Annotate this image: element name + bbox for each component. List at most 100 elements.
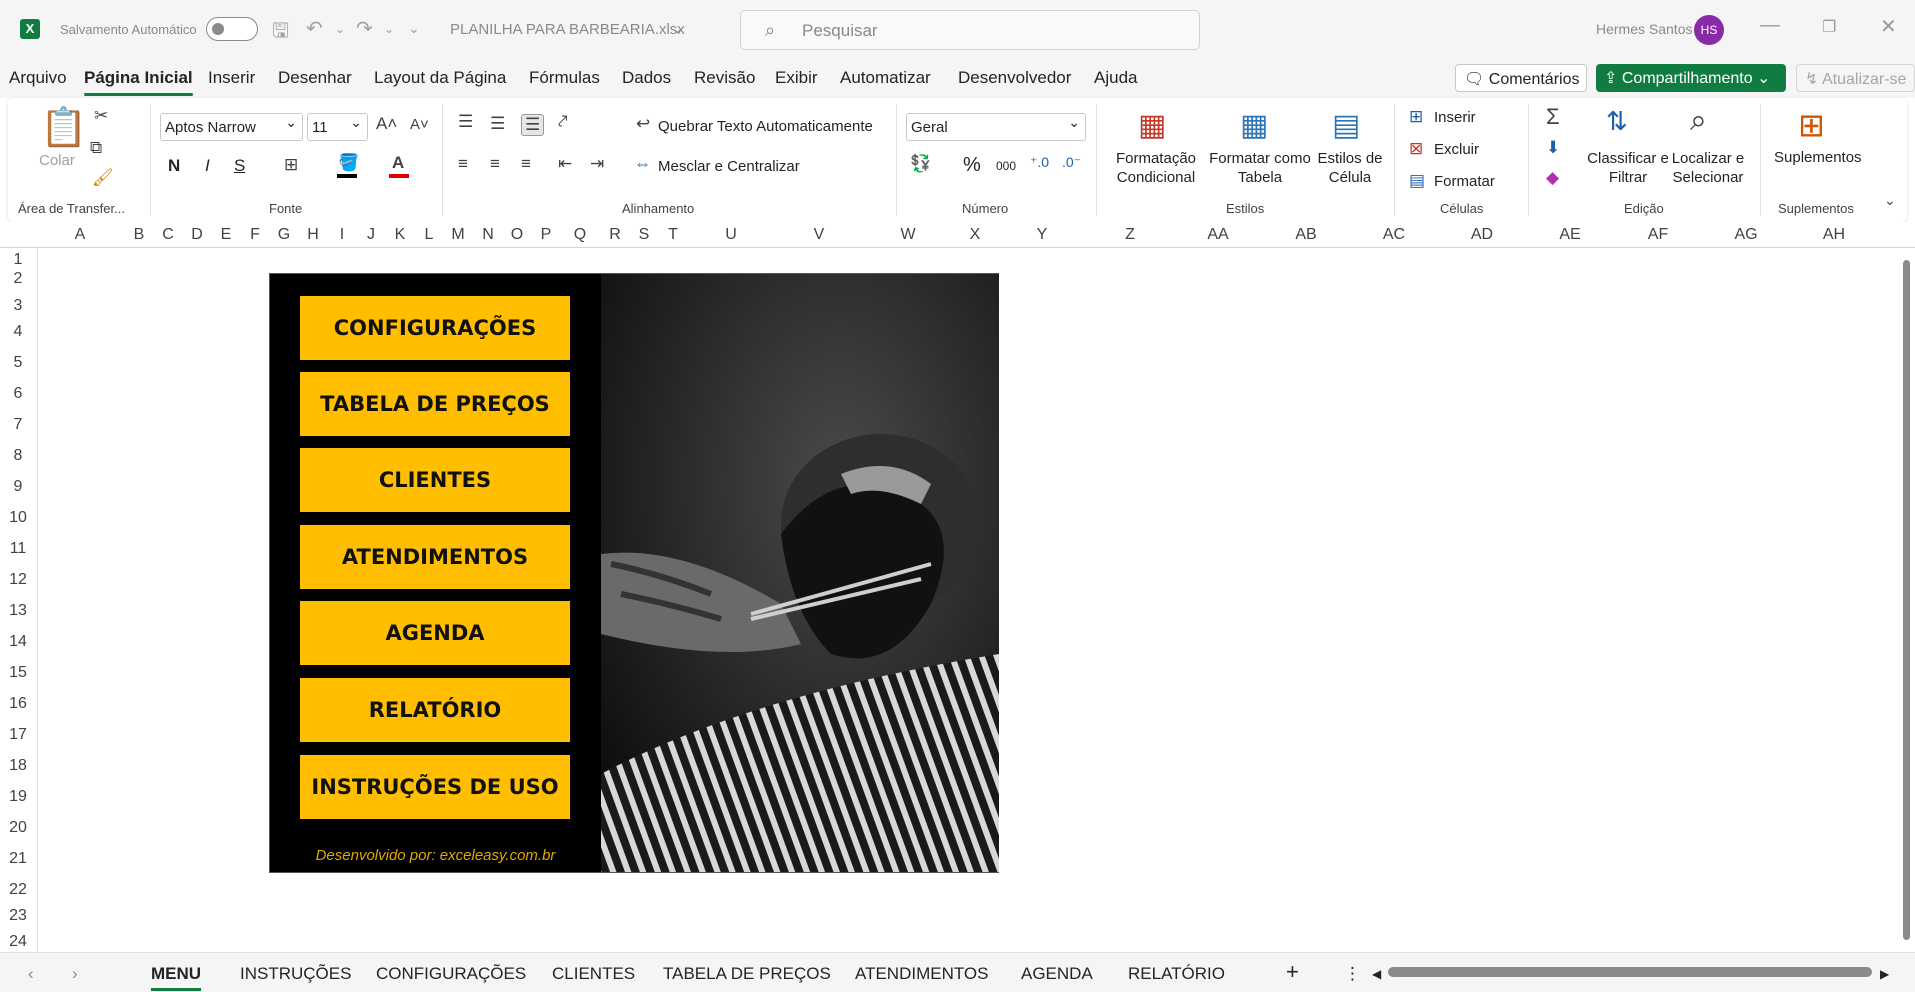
- column-header[interactable]: AF: [1643, 226, 1673, 244]
- addins-icon[interactable]: ⊞: [1798, 106, 1825, 144]
- row-header[interactable]: 11: [0, 540, 36, 558]
- share-button[interactable]: ⇪ Compartilhamento ⌄: [1596, 64, 1786, 92]
- row-header[interactable]: 4: [0, 323, 36, 341]
- row-header[interactable]: 3: [0, 297, 36, 315]
- row-header[interactable]: 5: [0, 354, 36, 372]
- bold-button[interactable]: N: [168, 156, 180, 176]
- row-header[interactable]: 17: [0, 726, 36, 744]
- row-header[interactable]: 22: [0, 881, 36, 899]
- row-header[interactable]: 8: [0, 447, 36, 465]
- row-header[interactable]: 21: [0, 850, 36, 868]
- menu-button-instrucoes[interactable]: INSTRUÇÕES DE USO: [300, 755, 570, 819]
- collapse-ribbon-icon[interactable]: ⌄: [1884, 192, 1896, 209]
- copy-icon[interactable]: ⧉: [90, 138, 102, 158]
- menu-button-agenda[interactable]: AGENDA: [300, 601, 570, 665]
- tab-exibir[interactable]: Exibir: [775, 68, 818, 88]
- fill-icon[interactable]: ⬇: [1546, 138, 1560, 158]
- tab-pagina-inicial[interactable]: Página Inicial: [84, 68, 193, 96]
- search-box[interactable]: ⌕ Pesquisar: [740, 10, 1200, 50]
- find-select-icon[interactable]: ⌕: [1690, 104, 1707, 138]
- clear-icon[interactable]: ◆: [1546, 168, 1559, 188]
- row-header[interactable]: 18: [0, 757, 36, 775]
- column-header[interactable]: R: [600, 226, 630, 244]
- row-header[interactable]: 23: [0, 907, 36, 925]
- row-header[interactable]: 14: [0, 633, 36, 651]
- column-header[interactable]: AD: [1467, 226, 1497, 244]
- next-sheet-icon[interactable]: ›: [72, 964, 78, 984]
- prev-sheet-icon[interactable]: ‹: [28, 964, 34, 984]
- add-sheet-icon[interactable]: +: [1286, 959, 1299, 985]
- row-header[interactable]: 20: [0, 819, 36, 837]
- column-header[interactable]: C: [153, 226, 183, 244]
- tab-desenhar[interactable]: Desenhar: [278, 68, 352, 88]
- sheet-tab-configuracoes[interactable]: CONFIGURAÇÕES: [376, 964, 526, 984]
- row-header[interactable]: 15: [0, 664, 36, 682]
- insert-cells-button[interactable]: Inserir: [1434, 109, 1476, 126]
- column-header[interactable]: I: [327, 226, 357, 244]
- row-header[interactable]: 19: [0, 788, 36, 806]
- tab-dados[interactable]: Dados: [622, 68, 671, 88]
- column-header[interactable]: V: [804, 226, 834, 244]
- format-cells-button[interactable]: Formatar: [1434, 173, 1495, 190]
- save-icon[interactable]: 🖫: [272, 16, 289, 50]
- align-center-icon[interactable]: ≡: [490, 154, 500, 174]
- column-header[interactable]: F: [240, 226, 270, 244]
- format-table-button[interactable]: Formatar como Tabela: [1206, 149, 1314, 187]
- align-middle-icon[interactable]: ☰: [490, 114, 505, 134]
- align-bottom-icon[interactable]: ☰: [521, 114, 545, 136]
- column-header[interactable]: AG: [1731, 226, 1761, 244]
- delete-cells-button[interactable]: Excluir: [1434, 141, 1479, 158]
- sheet-tab-tabela-precos[interactable]: TABELA DE PREÇOS: [663, 964, 831, 984]
- align-top-icon[interactable]: ☰: [458, 112, 473, 132]
- customize-qat-icon[interactable]: ⌄: [408, 20, 420, 37]
- redo-dropdown-icon[interactable]: ⌄: [384, 22, 394, 36]
- sheet-tab-instrucoes[interactable]: INSTRUÇÕES: [240, 964, 351, 984]
- avatar[interactable]: HS: [1694, 15, 1724, 45]
- sheet-tab-agenda[interactable]: AGENDA: [1021, 964, 1093, 984]
- borders-icon[interactable]: ⊞: [284, 155, 298, 175]
- column-header[interactable]: W: [893, 226, 923, 244]
- format-table-icon[interactable]: ▦: [1240, 108, 1268, 143]
- column-header[interactable]: Y: [1027, 226, 1057, 244]
- comments-button[interactable]: 🗨 Comentários: [1455, 64, 1587, 92]
- autosum-icon[interactable]: Σ: [1546, 104, 1560, 130]
- percent-button[interactable]: %: [963, 154, 981, 177]
- cell-styles-icon[interactable]: ▤: [1332, 108, 1360, 143]
- column-header[interactable]: X: [960, 226, 990, 244]
- row-header[interactable]: 2: [0, 270, 36, 288]
- fill-color-icon[interactable]: 🪣: [338, 153, 359, 173]
- column-header[interactable]: B: [124, 226, 154, 244]
- merge-center-button[interactable]: Mesclar e Centralizar: [658, 158, 800, 175]
- tab-layout[interactable]: Layout da Página: [374, 68, 506, 88]
- column-header[interactable]: M: [443, 226, 473, 244]
- column-header[interactable]: G: [269, 226, 299, 244]
- column-header[interactable]: D: [182, 226, 212, 244]
- autosave-toggle[interactable]: [206, 17, 258, 41]
- column-header[interactable]: J: [356, 226, 386, 244]
- font-color-icon[interactable]: A: [392, 153, 404, 173]
- vertical-scrollbar[interactable]: [1898, 248, 1915, 952]
- find-select-button[interactable]: Localizar e Selecionar: [1666, 149, 1750, 187]
- column-header[interactable]: S: [629, 226, 659, 244]
- column-header[interactable]: AC: [1379, 226, 1409, 244]
- horizontal-scrollbar[interactable]: [1388, 967, 1872, 977]
- column-header[interactable]: L: [414, 226, 444, 244]
- column-header[interactable]: E: [211, 226, 241, 244]
- column-header[interactable]: AB: [1291, 226, 1321, 244]
- column-header[interactable]: O: [502, 226, 532, 244]
- tab-desenvolvedor[interactable]: Desenvolvedor: [958, 68, 1071, 88]
- conditional-format-icon[interactable]: ▦: [1138, 108, 1166, 143]
- row-header[interactable]: 13: [0, 602, 36, 620]
- row-header[interactable]: 1: [0, 251, 36, 269]
- menu-button-configuracoes[interactable]: CONFIGURAÇÕES: [300, 296, 570, 360]
- sheet-tab-menu[interactable]: MENU: [151, 964, 202, 991]
- column-header[interactable]: U: [716, 226, 746, 244]
- font-name-select[interactable]: Aptos Narrow: [160, 113, 303, 141]
- tab-revisao[interactable]: Revisão: [694, 68, 755, 88]
- decrease-indent-icon[interactable]: ⇤: [558, 154, 572, 174]
- menu-button-relatorio[interactable]: RELATÓRIO: [300, 678, 570, 742]
- thousands-button[interactable]: 000: [996, 159, 1016, 173]
- sheet-tab-clientes[interactable]: CLIENTES: [552, 964, 635, 984]
- column-header[interactable]: AA: [1203, 226, 1233, 244]
- format-painter-icon[interactable]: 🖌: [92, 168, 114, 188]
